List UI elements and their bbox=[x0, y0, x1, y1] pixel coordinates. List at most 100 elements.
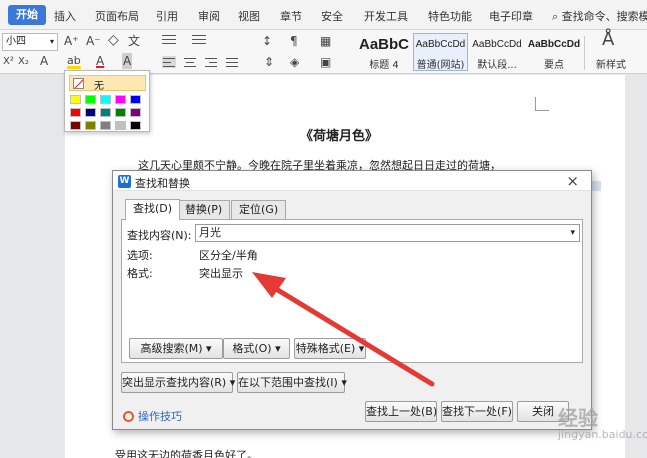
operation-tips-link[interactable]: 操作技巧 bbox=[123, 408, 182, 424]
tab-chapter[interactable]: 章节 bbox=[280, 8, 302, 24]
style-preview: AaBbCcDd bbox=[472, 39, 522, 50]
border-icon[interactable]: ▣ bbox=[320, 54, 331, 70]
style-key-point[interactable]: AaBbCcDd 要点 bbox=[526, 33, 582, 71]
search-icon: ⌕ bbox=[552, 10, 559, 23]
style-caption: 普通(网站) bbox=[416, 60, 465, 71]
format-button[interactable]: 格式(O) ▾ bbox=[223, 338, 290, 359]
style-normal-web[interactable]: AaBbCcDd 普通(网站) bbox=[413, 33, 468, 71]
phonetic-button[interactable]: 文 bbox=[128, 33, 140, 49]
chevron-down-icon[interactable]: ▾ bbox=[570, 225, 575, 241]
clear-format-button[interactable]: ◇ bbox=[108, 32, 119, 48]
tab-goto[interactable]: 定位(G) bbox=[231, 200, 287, 219]
tab-references[interactable]: 引用 bbox=[156, 8, 178, 24]
chevron-down-icon: ▾ bbox=[49, 37, 54, 46]
color-swatch[interactable] bbox=[130, 121, 141, 130]
align-left-icon[interactable] bbox=[162, 56, 176, 68]
dialog-title-bar[interactable]: W 查找和替换 × bbox=[113, 171, 591, 191]
color-swatch[interactable] bbox=[70, 121, 81, 130]
color-swatch[interactable] bbox=[100, 95, 111, 104]
ribbon-tab-bar: 开始 插入 页面布局 引用 审阅 视图 章节 安全 开发工具 特色功能 电子印章… bbox=[0, 0, 647, 30]
wps-logo-icon: W bbox=[118, 175, 131, 188]
show-marks-icon[interactable]: ¶ bbox=[290, 33, 298, 49]
format-label: 格式: bbox=[127, 267, 153, 280]
char-shading-button[interactable]: A bbox=[122, 53, 133, 69]
special-format-button[interactable]: 特殊格式(E) ▾ bbox=[294, 338, 366, 359]
font-color-button[interactable]: A bbox=[96, 53, 104, 69]
tab-features[interactable]: 特色功能 bbox=[428, 8, 472, 24]
text-effect-button[interactable]: A bbox=[40, 53, 48, 69]
tab-view[interactable]: 视图 bbox=[238, 8, 260, 24]
document-bottom-line: 受用这无边的荷香月色好了。 bbox=[115, 449, 258, 458]
color-swatch[interactable] bbox=[130, 95, 141, 104]
color-swatch[interactable] bbox=[100, 121, 111, 130]
color-swatch[interactable] bbox=[85, 121, 96, 130]
no-color-option[interactable]: 无 bbox=[69, 75, 146, 92]
advanced-search-button[interactable]: 高级搜索(M) ▾ bbox=[129, 338, 223, 359]
tab-e-seal[interactable]: 电子印章 bbox=[489, 8, 533, 24]
watermark-url: jingyan.baidu.com bbox=[558, 428, 647, 441]
tab-page-layout[interactable]: 页面布局 bbox=[95, 8, 139, 24]
grow-font-button[interactable]: A⁺ bbox=[64, 33, 79, 49]
color-swatch[interactable] bbox=[130, 108, 141, 117]
font-size-value: 小四 bbox=[6, 36, 26, 47]
find-in-button[interactable]: 在以下范围中查找(I) ▾ bbox=[237, 372, 347, 393]
style-heading-4[interactable]: AaBbC 标题 4 bbox=[356, 33, 412, 71]
no-color-label: 无 bbox=[94, 81, 104, 92]
subscript-button[interactable]: X₂ bbox=[18, 54, 29, 70]
find-value: 月光 bbox=[199, 226, 221, 239]
tab-insert[interactable]: 插入 bbox=[54, 8, 76, 24]
superscript-button[interactable]: X² bbox=[3, 54, 14, 70]
align-center-icon[interactable] bbox=[183, 56, 197, 68]
tab-security[interactable]: 安全 bbox=[321, 8, 343, 24]
tab-find[interactable]: 查找(D) bbox=[125, 199, 181, 220]
dialog-title: 查找和替换 bbox=[135, 177, 190, 190]
new-style-icon[interactable]: Å bbox=[602, 31, 614, 49]
color-swatch[interactable] bbox=[70, 95, 81, 104]
highlight-button[interactable]: ab bbox=[67, 53, 81, 69]
table-icon[interactable]: ▦ bbox=[320, 33, 331, 49]
command-search[interactable]: ⌕ 查找命令、搜索模 bbox=[552, 8, 647, 24]
color-swatch[interactable] bbox=[85, 108, 96, 117]
style-caption: 要点 bbox=[544, 60, 564, 71]
color-swatch[interactable] bbox=[100, 108, 111, 117]
align-right-icon[interactable] bbox=[204, 56, 218, 68]
options-label: 选项: bbox=[127, 249, 153, 262]
document-title: 《荷塘月色》 bbox=[300, 129, 379, 144]
find-panel: 查找内容(N): 月光 ▾ 选项: 区分全/半角 格式: 突出显示 高级搜索(M… bbox=[121, 219, 583, 363]
shading-icon[interactable]: ◈ bbox=[290, 54, 299, 70]
tab-home[interactable]: 开始 bbox=[8, 5, 46, 25]
numbered-list-icon[interactable] bbox=[192, 34, 206, 46]
style-default-paragraph[interactable]: AaBbCcDd 默认段... bbox=[469, 33, 525, 71]
tab-review[interactable]: 审阅 bbox=[198, 8, 220, 24]
style-preview: AaBbCcDd bbox=[415, 39, 466, 50]
sort-icon[interactable]: ↕ bbox=[262, 33, 272, 49]
find-label: 查找内容(N): bbox=[127, 229, 192, 242]
find-input[interactable]: 月光 ▾ bbox=[195, 224, 580, 242]
style-preview: AaBbCcDd bbox=[527, 39, 581, 50]
new-style-button[interactable]: 新样式 bbox=[596, 56, 626, 71]
color-swatch[interactable] bbox=[115, 121, 126, 130]
format-value: 突出显示 bbox=[199, 267, 243, 280]
line-spacing-icon[interactable]: ⇕ bbox=[264, 54, 274, 70]
shrink-font-button[interactable]: A⁻ bbox=[86, 33, 101, 49]
color-swatch[interactable] bbox=[115, 95, 126, 104]
no-color-icon bbox=[73, 78, 84, 89]
find-previous-button[interactable]: 查找上一处(B) bbox=[365, 401, 437, 422]
style-gallery-scroll[interactable] bbox=[584, 36, 592, 70]
tab-replace[interactable]: 替换(P) bbox=[177, 200, 231, 219]
style-caption: 标题 4 bbox=[369, 60, 399, 71]
ribbon-toolbar: 小四 ▾ A⁺ A⁻ ◇ 文 X² X₂ A ab A A ↕ ¶ ▦ ⇕ ◈ … bbox=[0, 30, 647, 74]
justify-icon[interactable] bbox=[225, 56, 239, 68]
style-preview: AaBbC bbox=[358, 36, 409, 53]
bullet-list-icon[interactable] bbox=[162, 34, 176, 46]
find-next-button[interactable]: 查找下一处(F) bbox=[441, 401, 513, 422]
font-size-select[interactable]: 小四 ▾ bbox=[2, 33, 58, 51]
tips-label: 操作技巧 bbox=[138, 410, 182, 423]
color-swatch[interactable] bbox=[70, 108, 81, 117]
color-swatch[interactable] bbox=[85, 95, 96, 104]
color-swatch[interactable] bbox=[115, 108, 126, 117]
highlight-find-button[interactable]: 突出显示查找内容(R) ▾ bbox=[121, 372, 235, 393]
tab-developer[interactable]: 开发工具 bbox=[364, 8, 408, 24]
style-caption: 默认段... bbox=[477, 60, 517, 71]
close-icon[interactable]: × bbox=[566, 172, 579, 190]
